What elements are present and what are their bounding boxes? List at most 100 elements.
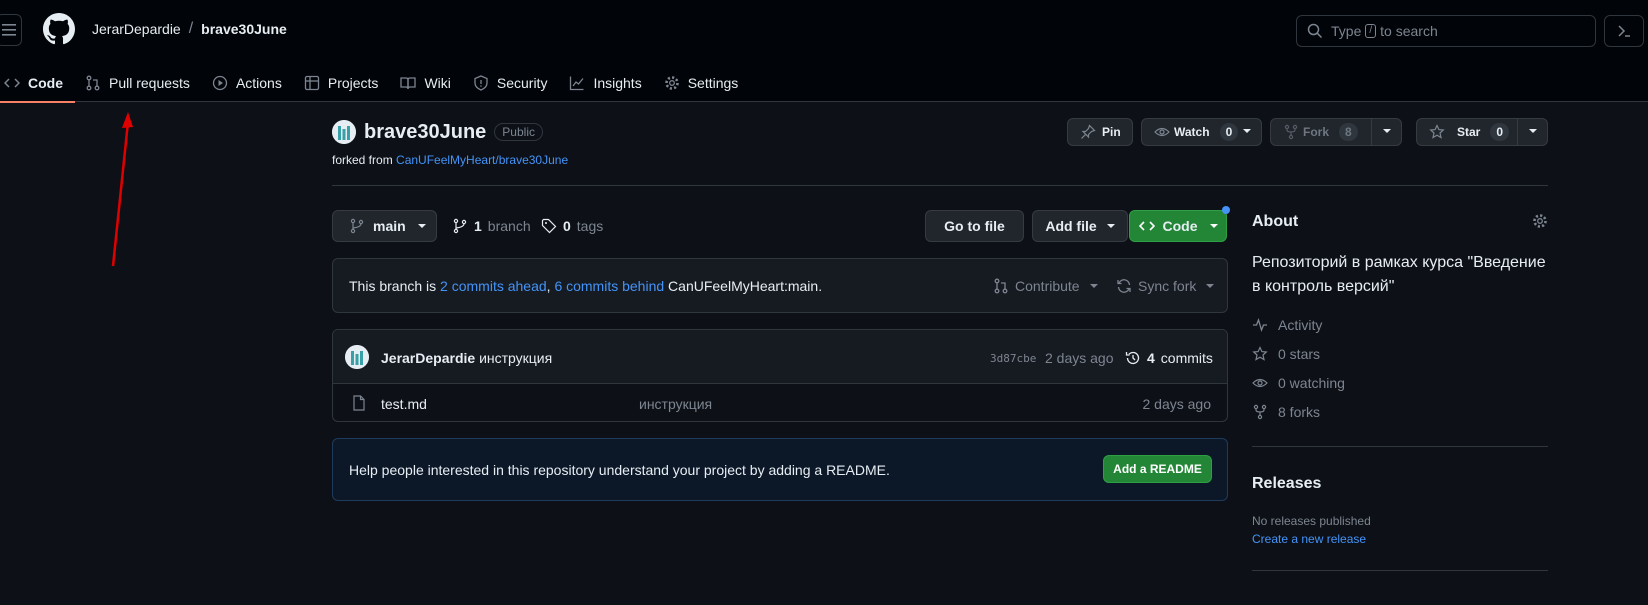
- annotation-arrow: [111, 112, 133, 267]
- contribute-caret-icon: [1089, 284, 1098, 288]
- title-divider: [332, 185, 1548, 186]
- terminal-icon: [1618, 25, 1630, 37]
- tab-projects-label: Projects: [327, 75, 379, 91]
- pull-request-icon: [86, 75, 100, 91]
- commit-author[interactable]: JerarDepardie: [381, 350, 475, 366]
- tab-code[interactable]: Code: [0, 64, 75, 103]
- shield-icon: [474, 75, 488, 91]
- releases-heading[interactable]: Releases: [1252, 475, 1321, 493]
- sync-fork-button[interactable]: Sync fork: [1116, 278, 1215, 294]
- tags-link[interactable]: 0 tags: [541, 218, 603, 234]
- github-logo-icon[interactable]: [43, 13, 75, 45]
- tab-pull-requests[interactable]: Pull requests: [81, 64, 202, 102]
- contribute-button[interactable]: Contribute: [993, 278, 1098, 294]
- create-release-link[interactable]: Create a new release: [1252, 532, 1366, 546]
- fork-label: Fork: [1303, 125, 1330, 139]
- star-button[interactable]: Star 0: [1416, 118, 1548, 146]
- about-heading: About: [1252, 213, 1299, 230]
- watching-label: 0 watching: [1278, 375, 1345, 391]
- star-dropdown-caret[interactable]: [1529, 129, 1537, 133]
- code-button[interactable]: Code: [1129, 210, 1227, 242]
- commit-count: 4: [1147, 350, 1155, 366]
- branch-select-button[interactable]: main: [332, 210, 437, 242]
- no-releases-text: No releases published: [1252, 514, 1371, 528]
- readme-prompt: Help people interested in this repositor…: [332, 438, 1228, 501]
- play-icon: [212, 75, 228, 91]
- tab-wiki[interactable]: Wiki: [396, 64, 462, 102]
- forked-from-prefix: forked from: [332, 153, 393, 167]
- activity-link[interactable]: Activity: [1252, 317, 1322, 333]
- repo-name[interactable]: brave30June: [364, 121, 486, 144]
- list-item[interactable]: test.md инструкция 2 days ago: [333, 384, 1227, 422]
- tab-insights[interactable]: Insights: [565, 64, 653, 102]
- branch-caret-icon: [417, 224, 426, 228]
- hamburger-icon: [2, 24, 16, 36]
- commit-time: 2 days ago: [1045, 350, 1114, 366]
- file-commit-message[interactable]: инструкция: [639, 396, 712, 412]
- file-commit-date: 2 days ago: [1142, 396, 1212, 412]
- history-icon: [1125, 351, 1140, 365]
- commit-message[interactable]: инструкция: [479, 350, 552, 366]
- tag-icon: [541, 218, 557, 234]
- breadcrumb-owner[interactable]: JerarDepardie: [92, 21, 181, 37]
- latest-commit-row: JerarDepardie инструкция 3d87cbe 2 days …: [333, 330, 1227, 384]
- tab-wiki-label: Wiki: [424, 75, 451, 91]
- add-file-label: Add file: [1045, 218, 1097, 234]
- watch-button[interactable]: Watch 0: [1141, 118, 1262, 146]
- stars-label: 0 stars: [1278, 346, 1321, 362]
- forked-from-link[interactable]: CanUFeelMyHeart/brave30June: [396, 153, 568, 167]
- add-readme-button[interactable]: Add a README: [1103, 455, 1212, 483]
- sync-icon: [1117, 279, 1131, 293]
- sidebar-divider: [1252, 570, 1548, 571]
- go-to-file-button[interactable]: Go to file: [925, 210, 1024, 242]
- tab-projects[interactable]: Projects: [300, 64, 391, 102]
- watch-counter: 0: [1219, 123, 1239, 141]
- menu-button[interactable]: [0, 14, 22, 46]
- gear-icon[interactable]: [1532, 213, 1548, 229]
- fork-icon: [1284, 124, 1298, 140]
- breadcrumb: JerarDepardie / brave30June: [92, 20, 287, 38]
- commit-summary: JerarDepardie инструкция: [381, 350, 552, 366]
- branch-compare-box: This branch is 2 commits ahead, 6 commit…: [332, 258, 1228, 313]
- commits-behind-link[interactable]: 6 commits behind: [554, 278, 664, 294]
- branch-count-label: branch: [487, 218, 531, 234]
- commit-sha[interactable]: 3d87cbe: [990, 352, 1036, 365]
- tab-code-label: Code: [28, 75, 63, 91]
- tab-security[interactable]: Security: [469, 64, 560, 102]
- fork-button[interactable]: Fork 8: [1270, 118, 1402, 146]
- book-icon: [400, 77, 417, 90]
- repo-owner-avatar: [332, 120, 356, 144]
- code-icon: [4, 78, 20, 88]
- eye-icon: [1154, 127, 1170, 137]
- branch-icon: [350, 218, 364, 234]
- tab-settings[interactable]: Settings: [660, 64, 751, 102]
- contribute-label: Contribute: [1015, 278, 1080, 294]
- tab-actions[interactable]: Actions: [208, 64, 294, 102]
- file-name[interactable]: test.md: [381, 396, 427, 412]
- code-caret-icon: [1209, 224, 1218, 228]
- command-palette-button[interactable]: [1604, 15, 1644, 47]
- branches-link[interactable]: 1 branch: [452, 218, 531, 234]
- pin-button[interactable]: Pin: [1067, 118, 1133, 146]
- visibility-badge: Public: [494, 123, 543, 141]
- add-file-caret-icon: [1106, 224, 1115, 228]
- fork-dropdown-caret[interactable]: [1383, 129, 1391, 133]
- star-counter: 0: [1490, 123, 1510, 141]
- branch-count: 1: [474, 218, 482, 234]
- activity-label: Activity: [1278, 317, 1323, 333]
- commit-history-link[interactable]: 4 commits: [1125, 350, 1213, 366]
- code-icon: [1138, 221, 1155, 231]
- forks-link[interactable]: 8 forks: [1252, 404, 1320, 420]
- watch-dropdown-caret[interactable]: [1243, 129, 1251, 133]
- commits-ahead-link[interactable]: 2 commits ahead: [440, 278, 547, 294]
- avatar[interactable]: [345, 345, 369, 369]
- search-input[interactable]: Type / to search: [1296, 15, 1596, 47]
- watching-link[interactable]: 0 watching: [1252, 375, 1345, 391]
- add-file-button[interactable]: Add file: [1032, 210, 1128, 242]
- fork-icon: [1253, 404, 1267, 420]
- file-icon: [353, 395, 365, 411]
- eye-icon: [1252, 378, 1268, 388]
- breadcrumb-repo[interactable]: brave30June: [201, 21, 287, 37]
- pin-icon: [1081, 124, 1096, 139]
- stars-link[interactable]: 0 stars: [1252, 346, 1320, 362]
